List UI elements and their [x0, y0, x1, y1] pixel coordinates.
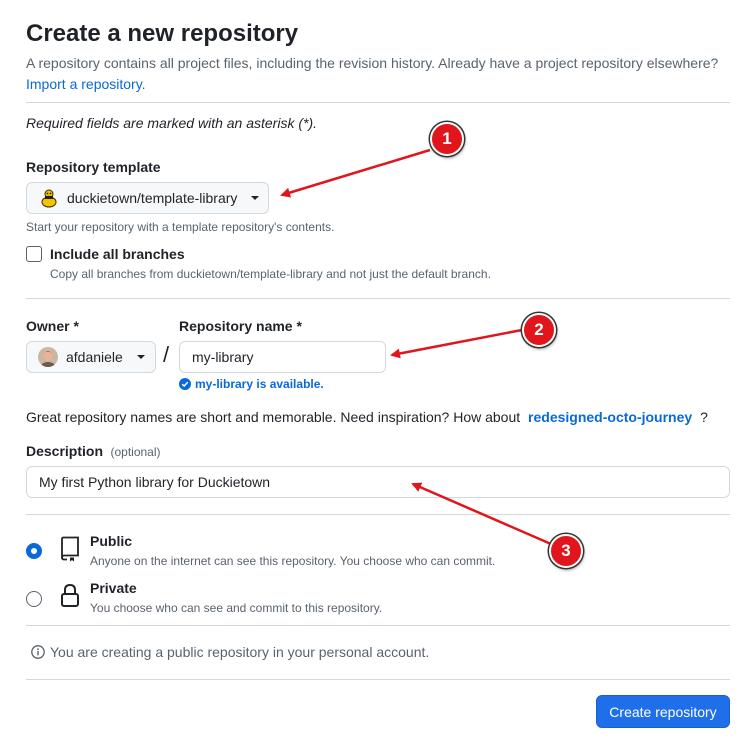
- divider: [26, 679, 730, 680]
- inspiration-text: Great repository names are short and mem…: [26, 409, 521, 425]
- annotation-badge-3: 3: [549, 534, 583, 568]
- suggested-name-link[interactable]: redesigned-octo-journey: [528, 409, 692, 425]
- repo-name-label: Repository name *: [179, 318, 302, 334]
- description-optional: (optional): [110, 445, 161, 459]
- availability-text: my-library is available.: [195, 377, 324, 391]
- divider: [26, 102, 730, 103]
- divider: [26, 298, 730, 299]
- include-branches-hint: Copy all branches from duckietown/templa…: [50, 267, 491, 281]
- private-hint: You choose who can see and commit to thi…: [90, 601, 383, 615]
- template-hint: Start your repository with a template re…: [26, 220, 335, 234]
- inspiration-line: Great repository names are short and mem…: [26, 409, 708, 425]
- check-circle-icon: [179, 378, 191, 390]
- include-branches-checkbox[interactable]: [26, 246, 42, 262]
- info-icon: [31, 645, 45, 659]
- public-label[interactable]: Public: [90, 533, 132, 549]
- public-hint: Anyone on the internet can see this repo…: [90, 554, 496, 568]
- template-label: Repository template: [26, 159, 161, 175]
- divider: [26, 625, 730, 626]
- private-radio[interactable]: [26, 591, 42, 607]
- create-repository-button[interactable]: Create repository: [596, 695, 730, 728]
- annotation-arrow-1: [280, 148, 431, 198]
- description-label: Description: [26, 443, 104, 459]
- chevron-down-icon: [136, 355, 145, 359]
- public-radio[interactable]: [26, 543, 42, 559]
- owner-label: Owner *: [26, 318, 79, 334]
- lock-icon: [60, 583, 80, 609]
- owner-repo-separator: /: [163, 342, 170, 367]
- info-note: You are creating a public repository in …: [31, 644, 429, 660]
- template-selected-label: duckietown/template-library: [67, 190, 238, 206]
- description-label-row: Description (optional): [26, 443, 161, 461]
- private-label[interactable]: Private: [90, 580, 137, 596]
- template-dropdown[interactable]: duckietown/template-library: [26, 182, 269, 214]
- info-note-text: You are creating a public repository in …: [50, 644, 430, 660]
- repo-icon: [59, 536, 81, 562]
- annotation-arrow-2: [390, 328, 523, 359]
- user-avatar-icon: [38, 347, 58, 367]
- duck-avatar-icon: [39, 188, 59, 208]
- inspiration-end: ?: [700, 409, 708, 425]
- chevron-down-icon: [251, 196, 260, 200]
- annotation-badge-2: 2: [522, 313, 556, 347]
- repo-availability: my-library is available.: [179, 377, 324, 391]
- owner-dropdown[interactable]: afdaniele: [26, 341, 156, 373]
- include-branches-label[interactable]: Include all branches: [50, 246, 185, 262]
- import-repository-link[interactable]: Import a repository.: [26, 76, 146, 92]
- divider: [26, 514, 730, 515]
- page-subtitle: A repository contains all project files,…: [26, 55, 719, 71]
- annotation-badge-1: 1: [430, 122, 464, 156]
- repo-name-input[interactable]: [179, 341, 386, 373]
- description-input[interactable]: [26, 466, 730, 498]
- required-fields-note: Required fields are marked with an aster…: [26, 115, 318, 131]
- page-title: Create a new repository: [26, 20, 299, 47]
- owner-selected-label: afdaniele: [66, 349, 123, 365]
- annotation-arrows: [280, 148, 552, 546]
